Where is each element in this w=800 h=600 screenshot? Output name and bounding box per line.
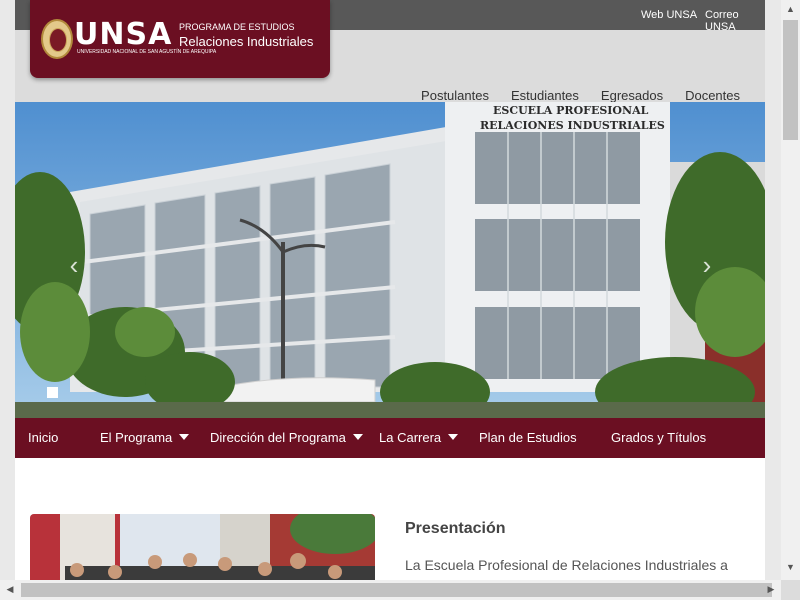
slider-next-arrow[interactable]: › [698,247,716,283]
vertical-scroll-thumb[interactable] [783,20,798,140]
content-section: Presentación La Escuela Profesional de R… [15,458,765,580]
nav-docentes[interactable]: Docentes [685,88,740,103]
horizontal-scroll-thumb[interactable] [21,583,772,597]
university-seal-icon [41,19,73,59]
scroll-right-arrow-icon[interactable]: ▶ [765,584,777,595]
presentation-text: La Escuela Profesional de Relaciones Ind… [405,557,746,580]
logo-panel[interactable]: UNSA UNIVERSIDAD NACIONAL DE SAN AGUSTÍN… [30,0,330,78]
hero-slider: ESCUELA PROFESIONAL RELACIONES INDUSTRIA… [15,102,765,418]
chevron-down-icon [179,434,190,440]
nav-direccion-programa-label: Dirección del Programa [210,430,346,445]
nav-plan-estudios-label: Plan de Estudios [479,430,577,445]
brand-logo: UNSA [74,17,173,52]
hero-image: ESCUELA PROFESIONAL RELACIONES INDUSTRIA… [15,102,765,418]
program-name: Relaciones Industriales [179,34,314,49]
nav-estudiantes[interactable]: Estudiantes [511,88,579,103]
nav-la-carrera[interactable]: La Carrera [379,430,459,445]
building-sign-line2: RELACIONES INDUSTRIALES [480,119,665,132]
chevron-down-icon [448,434,459,440]
main-nav: Postulantes Estudiantes Egresados Docent… [399,88,740,103]
nav-inicio[interactable]: Inicio [28,430,58,445]
scrollbar-corner [781,580,800,600]
nav-plan-estudios[interactable]: Plan de Estudios [479,430,577,445]
program-label: PROGRAMA DE ESTUDIOS [179,22,295,32]
vertical-scrollbar[interactable]: ▲ ▼ [781,0,800,580]
nav-grados-titulos[interactable]: Grados y Títulos [611,430,706,445]
scroll-down-arrow-icon[interactable]: ▼ [781,562,800,572]
web-unsa-link[interactable]: Web UNSA [641,9,697,21]
presentation-title: Presentación [405,520,506,537]
nav-el-programa[interactable]: El Programa [100,430,190,445]
scroll-left-arrow-icon[interactable]: ◀ [4,584,16,595]
page: Web UNSA Correo UNSA Postulantes Estudia… [15,0,765,580]
nav-inicio-label: Inicio [28,430,59,445]
chevron-down-icon [352,434,363,440]
building-sign-line1: ESCUELA PROFESIONAL [493,104,649,117]
scroll-up-arrow-icon[interactable]: ▲ [781,4,800,14]
slider-dot[interactable] [47,387,58,398]
nav-la-carrera-label: La Carrera [379,430,442,445]
nav-el-programa-label: El Programa [100,430,173,445]
nav-postulantes[interactable]: Postulantes [421,88,489,103]
nav-grados-titulos-label: Grados y Títulos [611,430,707,445]
group-photo [30,514,375,580]
horizontal-scrollbar[interactable]: ◀ ▶ [0,580,781,600]
browser-viewport: Web UNSA Correo UNSA Postulantes Estudia… [0,0,800,600]
slider-prev-arrow[interactable]: ‹ [65,247,83,283]
nav-egresados[interactable]: Egresados [601,88,663,103]
brand-subtitle: UNIVERSIDAD NACIONAL DE SAN AGUSTÍN DE A… [77,49,217,55]
nav-direccion-programa[interactable]: Dirección del Programa [210,430,363,445]
secondary-nav: Inicio El Programa Dirección del Program… [15,418,765,458]
